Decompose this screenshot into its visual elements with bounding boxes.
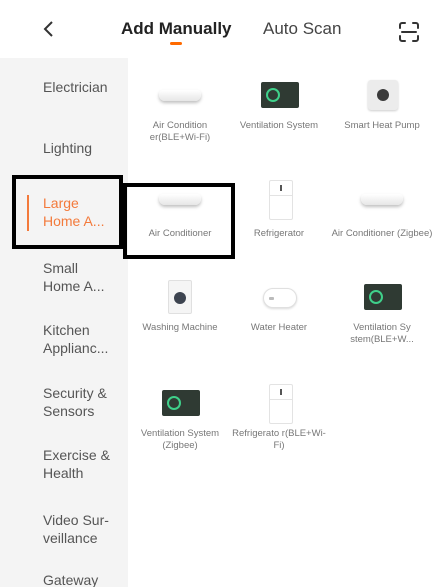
- sidebar-item-lighting[interactable]: Lighting: [43, 139, 127, 157]
- device-grid: Air Condition er(BLE+Wi-Fi) Ventilation …: [128, 58, 433, 587]
- device-label: Ventilation System: [239, 120, 319, 131]
- device-refrigerator[interactable]: Refrigerator: [225, 180, 333, 240]
- device-ventilation-system[interactable]: Ventilation System: [225, 76, 333, 132]
- device-smart-heat-pump[interactable]: Smart Heat Pump: [328, 76, 433, 132]
- device-label: Washing Machine: [142, 322, 218, 333]
- device-label: Water Heater: [250, 322, 308, 333]
- device-label: Smart Heat Pump: [344, 120, 420, 131]
- scan-frame-icon[interactable]: [397, 20, 421, 44]
- device-air-conditioner-ble-wifi[interactable]: Air Condition er(BLE+Wi-Fi): [126, 76, 234, 144]
- category-sidebar: Electrician Lighting Large Home A... Sma…: [0, 58, 128, 587]
- device-label: Air Condition er(BLE+Wi-Fi): [149, 120, 211, 143]
- header-bar: Add Manually Auto Scan: [0, 0, 433, 58]
- sidebar-item-video-surveillance[interactable]: Video Sur-veillance: [43, 511, 109, 547]
- tab-add-manually[interactable]: Add Manually: [121, 19, 232, 39]
- device-label: Air Conditioner (Zigbee): [331, 228, 433, 239]
- sidebar-item-kitchen-appliances[interactable]: Kitchen Applianc...: [43, 321, 115, 357]
- tab-auto-scan[interactable]: Auto Scan: [263, 19, 341, 39]
- sidebar-item-small-home-appliances[interactable]: Small Home A...: [43, 259, 109, 295]
- sidebar-item-security-sensors[interactable]: Security & Sensors: [43, 384, 113, 420]
- air-conditioner-icon: [150, 180, 210, 220]
- device-ventilation-system-ble-wifi[interactable]: Ventilation Sy stem(BLE+W...: [328, 278, 433, 346]
- device-refrigerator-ble-wifi[interactable]: Refrigerato r(BLE+Wi-Fi): [225, 384, 333, 452]
- device-air-conditioner[interactable]: Air Conditioner: [126, 180, 234, 240]
- device-label: Ventilation System (Zigbee): [140, 428, 220, 451]
- air-conditioner-icon: [352, 180, 412, 220]
- ventilation-icon: [150, 384, 210, 424]
- sidebar-item-gateway[interactable]: Gateway: [43, 571, 127, 587]
- active-category-indicator: [27, 195, 29, 231]
- active-tab-indicator: [170, 42, 182, 45]
- chevron-left-icon[interactable]: [38, 14, 62, 44]
- sidebar-item-large-home-appliances[interactable]: Large Home A...: [43, 194, 109, 230]
- device-washing-machine[interactable]: Washing Machine: [126, 278, 234, 334]
- ventilation-icon: [249, 76, 309, 116]
- device-label: Air Conditioner: [148, 228, 212, 239]
- device-air-conditioner-zigbee[interactable]: Air Conditioner (Zigbee): [328, 180, 433, 240]
- sidebar-item-exercise-health[interactable]: Exercise & Health: [43, 446, 113, 482]
- device-label: Refrigerato r(BLE+Wi-Fi): [232, 428, 326, 451]
- refrigerator-icon: [249, 384, 309, 424]
- device-water-heater[interactable]: Water Heater: [225, 278, 333, 334]
- refrigerator-icon: [249, 180, 309, 220]
- device-ventilation-system-zigbee[interactable]: Ventilation System (Zigbee): [126, 384, 234, 452]
- air-conditioner-icon: [150, 76, 210, 116]
- ventilation-icon: [352, 278, 412, 318]
- sidebar-item-electrician[interactable]: Electrician: [43, 78, 127, 96]
- heat-pump-icon: [352, 76, 412, 116]
- device-label: Ventilation Sy stem(BLE+W...: [350, 322, 414, 345]
- water-heater-icon: [249, 278, 309, 318]
- device-label: Refrigerator: [253, 228, 305, 239]
- washing-machine-icon: [150, 278, 210, 318]
